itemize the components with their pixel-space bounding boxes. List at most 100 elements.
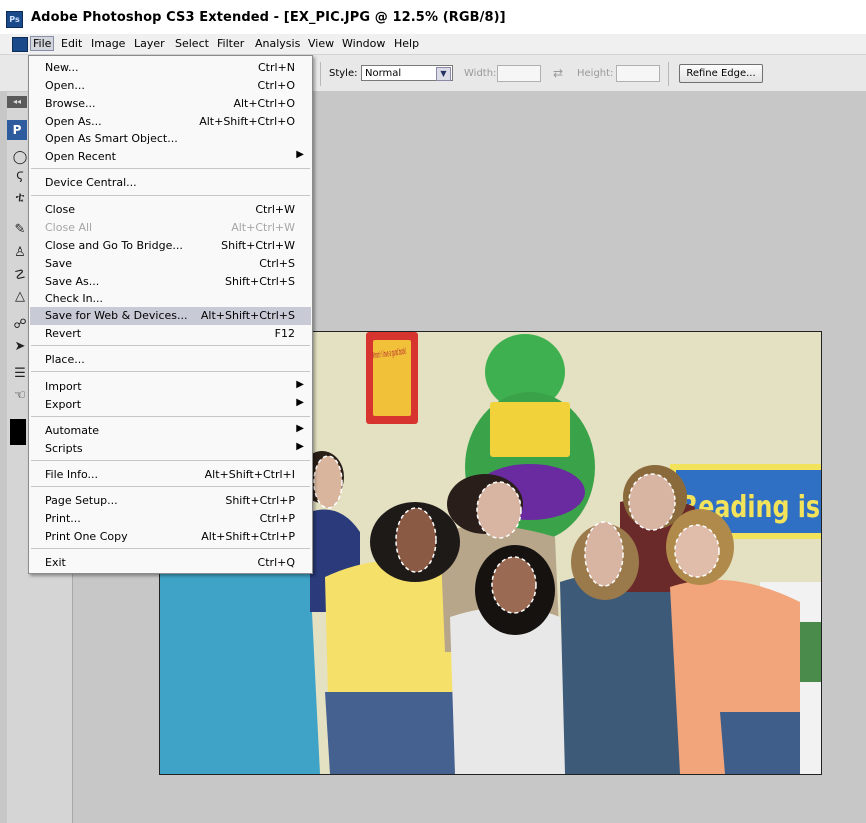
menu-item-label: Print... [45, 512, 81, 525]
menu-help[interactable]: Help [392, 37, 421, 50]
menu-file[interactable]: File [29, 36, 55, 51]
menu-item-browse[interactable]: Browse... Alt+Ctrl+O [30, 95, 311, 113]
menu-item-automate[interactable]: Automate ▶ [30, 422, 311, 440]
hand-tool-icon[interactable]: ☜ [12, 388, 28, 404]
menu-item-label: Save As... [45, 275, 100, 288]
height-label: Height: [577, 68, 614, 79]
height-field[interactable] [616, 65, 660, 82]
menu-item-label: Open... [45, 79, 85, 92]
menu-edit[interactable]: Edit [59, 37, 84, 50]
menu-item-label: Device Central... [45, 176, 137, 189]
chevron-down-icon[interactable]: ▼ [436, 67, 451, 81]
menu-item-new[interactable]: New... Ctrl+N [30, 59, 311, 77]
face-selection [313, 455, 343, 509]
face-selection [476, 481, 522, 539]
file-menu-dropdown: New... Ctrl+N Open... Ctrl+O Browse... Alt+… [28, 55, 313, 574]
menu-item-label: Check In... [45, 292, 104, 305]
menu-item-label: Close [45, 203, 75, 216]
menu-separator [31, 371, 310, 372]
menu-item-open-recent[interactable]: Open Recent ▶ [30, 148, 311, 166]
menu-item-label: Close All [45, 221, 93, 234]
swap-icon[interactable]: ⇄ [553, 66, 563, 80]
menu-image[interactable]: Image [89, 37, 127, 50]
shortcut: Alt+Ctrl+W [231, 221, 295, 234]
notes-tool-icon[interactable]: ☰ [12, 366, 28, 382]
brush-tool-icon[interactable]: ✎ [12, 222, 28, 238]
shortcut: Ctrl+S [259, 257, 295, 270]
stamp-tool-icon[interactable]: ♙ [12, 245, 28, 261]
divider [320, 62, 321, 86]
menu-item-label: Exit [45, 556, 66, 569]
face-selection [674, 524, 720, 578]
poster: Mmm! I love a good book! [366, 332, 418, 424]
menu-item-save[interactable]: Save Ctrl+S [30, 255, 311, 273]
menu-separator [31, 195, 310, 196]
face-selection [628, 473, 676, 531]
menu-analysis[interactable]: Analysis [253, 37, 302, 50]
menu-item-label: Revert [45, 327, 82, 340]
shortcut: Alt+Shift+Ctrl+I [204, 468, 295, 481]
submenu-arrow-icon: ▶ [296, 397, 304, 408]
menu-item-exit[interactable]: Exit Ctrl+Q [30, 554, 311, 572]
menu-item-open-smart-object[interactable]: Open As Smart Object... [30, 130, 311, 148]
menu-separator [31, 460, 310, 461]
menu-item-print-one-copy[interactable]: Print One Copy Alt+Shift+Ctrl+P [30, 528, 311, 546]
shortcut: Ctrl+W [255, 203, 295, 216]
lasso-tool-icon[interactable]: ϛ [12, 168, 28, 184]
menu-item-check-in[interactable]: Check In... [30, 290, 311, 308]
collapse-icon[interactable]: ◂◂ [7, 96, 27, 108]
move-tool-icon[interactable]: ➤ [12, 339, 28, 355]
menu-item-label: Scripts [45, 442, 83, 455]
menu-item-open[interactable]: Open... Ctrl+O [30, 77, 311, 95]
menu-filter[interactable]: Filter [215, 37, 246, 50]
menu-item-scripts[interactable]: Scripts ▶ [30, 440, 311, 458]
face-selection [491, 556, 537, 614]
shortcut: Shift+Ctrl+P [225, 494, 295, 507]
menu-item-export[interactable]: Export ▶ [30, 396, 311, 414]
dodge-tool-icon[interactable]: ☍ [12, 317, 28, 333]
crop-tool-icon[interactable]: ቲ [12, 190, 28, 206]
menu-item-close-all[interactable]: Close All Alt+Ctrl+W [30, 219, 311, 237]
marquee-tool-icon[interactable]: ◯ [12, 150, 28, 166]
menu-select[interactable]: Select [173, 37, 211, 50]
style-select[interactable]: Normal ▼ [361, 65, 453, 81]
divider [668, 62, 669, 86]
menu-item-label: Close and Go To Bridge... [45, 239, 183, 252]
photoshop-logo-icon: Ps [6, 11, 23, 28]
menu-item-device-central[interactable]: Device Central... [30, 174, 311, 192]
menu-item-print[interactable]: Print... Ctrl+P [30, 510, 311, 528]
foreground-color-swatch[interactable] [10, 419, 26, 445]
menu-item-label: Open As Smart Object... [45, 132, 178, 145]
menu-separator [31, 486, 310, 487]
shortcut: Alt+Shift+Ctrl+O [199, 115, 295, 128]
menu-item-label: Open Recent [45, 150, 116, 163]
shortcut: Ctrl+Q [257, 556, 295, 569]
submenu-arrow-icon: ▶ [296, 441, 304, 452]
menu-separator [31, 416, 310, 417]
shortcut: Alt+Ctrl+O [233, 97, 295, 110]
menu-window[interactable]: Window [340, 37, 387, 50]
menu-item-save-as[interactable]: Save As... Shift+Ctrl+S [30, 273, 311, 291]
menu-item-page-setup[interactable]: Page Setup... Shift+Ctrl+P [30, 492, 311, 510]
menu-layer[interactable]: Layer [132, 37, 167, 50]
history-brush-icon[interactable]: ☡ [12, 268, 28, 284]
menu-item-label: Open As... [45, 115, 102, 128]
face-selection [584, 521, 624, 587]
menu-item-import[interactable]: Import ▶ [30, 378, 311, 396]
menu-view[interactable]: View [306, 37, 336, 50]
document-icon[interactable] [12, 37, 28, 52]
refine-edge-button[interactable]: Refine Edge... [679, 64, 763, 83]
width-field[interactable] [497, 65, 541, 82]
face-selection [395, 507, 437, 573]
menu-item-open-as[interactable]: Open As... Alt+Shift+Ctrl+O [30, 113, 311, 131]
menu-item-place[interactable]: Place... [30, 351, 311, 369]
menu-item-label: New... [45, 61, 79, 74]
shape-tool-icon[interactable]: △ [12, 289, 28, 305]
menu-item-file-info[interactable]: File Info... Alt+Shift+Ctrl+I [30, 466, 311, 484]
photoshop-badge-icon[interactable]: P [7, 120, 27, 140]
menu-item-revert[interactable]: Revert F12 [30, 325, 311, 343]
shortcut: Alt+Shift+Ctrl+P [201, 530, 295, 543]
menu-item-close[interactable]: Close Ctrl+W [30, 201, 311, 219]
menu-item-close-go-bridge[interactable]: Close and Go To Bridge... Shift+Ctrl+W [30, 237, 311, 255]
menu-item-save-for-web[interactable]: Save for Web & Devices... Alt+Shift+Ctrl+… [30, 307, 311, 325]
